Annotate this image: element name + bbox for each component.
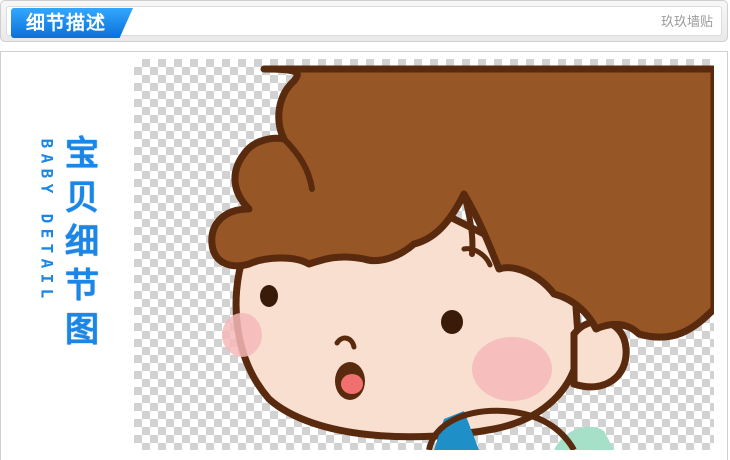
mouth-inner xyxy=(341,374,363,394)
side-label-english-char: I xyxy=(37,273,57,284)
left-eye xyxy=(260,285,278,307)
side-label-english-char: B xyxy=(37,138,57,149)
side-label-english-char: D xyxy=(37,213,57,224)
side-label-english-char: L xyxy=(37,288,57,299)
side-label-english-char: T xyxy=(37,243,57,254)
side-label-english-char: B xyxy=(37,168,57,179)
cartoon-boy-illustration xyxy=(208,65,714,450)
side-label-english-char: E xyxy=(37,228,57,239)
section-title: 细节描述 xyxy=(25,12,106,34)
brand-name: 玖玖墙贴 xyxy=(660,15,713,30)
side-label-english-char: A xyxy=(37,153,57,164)
side-label-english-char: A xyxy=(37,258,57,269)
section-header: 细节描述 玖玖墙贴 xyxy=(0,0,728,42)
right-eye xyxy=(441,310,463,334)
side-label-english-char: Y xyxy=(37,183,57,194)
side-label-chinese-char: 细 xyxy=(65,222,99,262)
product-detail-image xyxy=(134,59,714,450)
right-cheek xyxy=(472,337,552,401)
side-label-chinese-char: 贝 xyxy=(65,178,99,218)
left-cheek xyxy=(222,313,262,357)
side-label-chinese: 宝 贝 细 节 图 xyxy=(61,132,103,352)
section-title-tab: 细节描述 xyxy=(11,8,133,38)
side-label-english: B A B Y D E T A I L xyxy=(37,136,57,301)
side-label-chinese-char: 宝 xyxy=(65,134,99,174)
ear xyxy=(570,317,630,391)
side-label-chinese-char: 节 xyxy=(65,266,99,306)
side-label-chinese-char: 图 xyxy=(65,310,99,350)
